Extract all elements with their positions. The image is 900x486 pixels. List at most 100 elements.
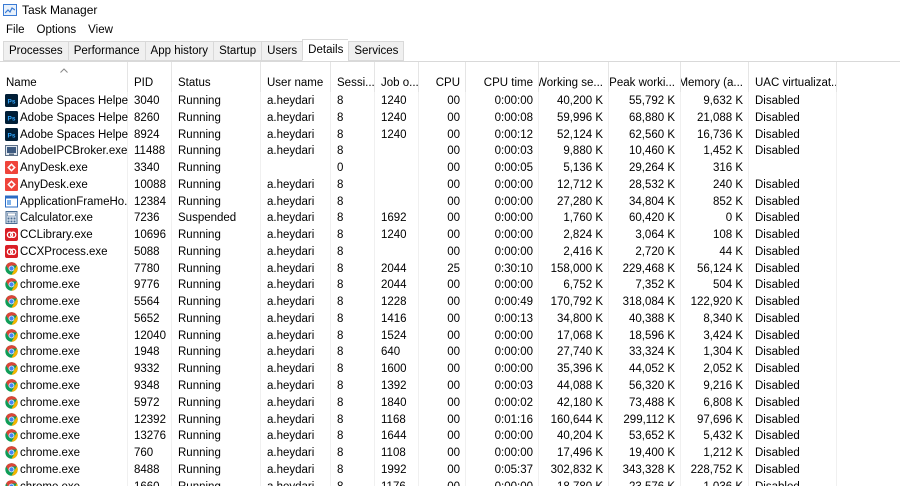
col-name-cell: chrome.exe: [20, 312, 81, 325]
col-pid-cell: 7236: [134, 212, 160, 225]
col-peak-working-set-cell: 229,468 K: [622, 262, 675, 275]
col-job-cell: 1392: [381, 380, 407, 393]
tab-app-history[interactable]: App history: [144, 41, 214, 61]
col-uac-virtualization-cell: Disabled: [755, 178, 800, 191]
col-user-name-cell: a.heydari: [267, 111, 315, 124]
table-row[interactable]: AnyDesk.exe 3340 Running 0 00 0:00:05 5,136 K2…: [0, 160, 900, 177]
col-user-name-cell: a.heydari: [267, 229, 315, 242]
col-memory-header[interactable]: Memory (a...: [681, 62, 749, 92]
table-row[interactable]: Calculator.exe 7236 Suspended a.heydari 8 169…: [0, 210, 900, 227]
col-job-cell: 1228: [381, 296, 407, 309]
table-row[interactable]: chrome.exe 5972 Running a.heydari 8 1840 00 0:0…: [0, 395, 900, 412]
table-row[interactable]: chrome.exe 12392 Running a.heydari 8 1168 00 0:…: [0, 412, 900, 429]
col-peak-working-set-cell: 56,320 K: [628, 380, 675, 393]
tab-performance[interactable]: Performance: [67, 41, 145, 61]
table-row[interactable]: CCXProcess.exe 5088 Running a.heydari 8 00 0:0…: [0, 244, 900, 261]
col-peak-working-set-cell: 2,720 K: [635, 245, 675, 258]
col-cpu-cell: 00: [447, 463, 460, 476]
tab-startup[interactable]: Startup: [213, 41, 262, 61]
col-working-set-cell: 2,416 K: [563, 245, 603, 258]
col-job-header[interactable]: Job o...: [375, 62, 419, 92]
table-row[interactable]: chrome.exe 8488 Running a.heydari 8 1992 00 0:0…: [0, 462, 900, 479]
col-memory-cell: 44 K: [719, 245, 743, 258]
table-row[interactable]: chrome.exe 9776 Running a.heydari 8 2044 00 0:0…: [0, 277, 900, 294]
col-pid-cell: 9332: [134, 363, 160, 376]
col-working-set-cell: 5,136 K: [563, 162, 603, 175]
menu-file[interactable]: File: [0, 24, 31, 36]
col-memory-cell: 108 K: [712, 229, 743, 242]
col-cpu-cell: 00: [447, 162, 460, 175]
col-peak-working-set-header[interactable]: Peak worki...: [609, 62, 681, 92]
table-row[interactable]: Ps Adobe Spaces Helpe... 8924 Running a.heyd…: [0, 127, 900, 144]
table-row[interactable]: chrome.exe 12040 Running a.heydari 8 1524 00 0:…: [0, 328, 900, 345]
col-status-header[interactable]: Status: [172, 62, 261, 92]
col-session-header[interactable]: Sessi...: [331, 62, 375, 92]
table-row[interactable]: chrome.exe 7780 Running a.heydari 8 2044 25 0:3…: [0, 261, 900, 278]
table-row[interactable]: chrome.exe 1948 Running a.heydari 8 640 00 0:00…: [0, 344, 900, 361]
table-row[interactable]: chrome.exe 1660 Running a.heydari 8 117600 0:0…: [0, 479, 900, 486]
col-pid-header[interactable]: PID: [128, 62, 172, 92]
col-status-cell: Running: [178, 396, 221, 409]
col-status-cell: Running: [178, 296, 221, 309]
col-user-name-header[interactable]: User name: [261, 62, 331, 92]
table-row[interactable]: chrome.exe 760 Running a.heydari 8 1108 00 0:00…: [0, 445, 900, 462]
col-working-set-cell: 170,792 K: [550, 296, 603, 309]
col-status-cell: Running: [178, 447, 221, 460]
col-session-cell: 8: [337, 95, 344, 107]
col-peak-working-set-cell: 29,264 K: [628, 162, 675, 175]
table-row[interactable]: chrome.exe 9348 Running a.heydari 8 1392 00 0:0…: [0, 378, 900, 395]
table-row[interactable]: chrome.exe 13276 Running a.heydari 8 1644 00 0:…: [0, 428, 900, 445]
col-uac-virtualization-header[interactable]: UAC virtualizat...: [749, 62, 837, 92]
col-session-cell: 8: [337, 195, 344, 208]
menu-view[interactable]: View: [82, 24, 119, 36]
col-memory-cell: 2,052 K: [703, 363, 743, 376]
table-row[interactable]: chrome.exe 5652 Running a.heydari 8 1416 00 0:0…: [0, 311, 900, 328]
table-row[interactable]: ApplicationFrameHo... 12384 Running a.heyda…: [0, 194, 900, 211]
col-working-set-cell: 27,280 K: [556, 195, 603, 208]
col-working-set-cell: 27,740 K: [556, 346, 603, 359]
tab-services[interactable]: Services: [348, 41, 405, 61]
col-session-cell: 8: [337, 178, 344, 191]
col-cpu-header[interactable]: CPU: [419, 62, 466, 92]
col-pid-cell: 8488: [134, 463, 160, 476]
table-row[interactable]: Ps Adobe Spaces Helpe... 3040 Running a.heyd…: [0, 93, 900, 110]
details-table: Name PID Status User name Sessi... Job o... CP…: [0, 62, 900, 486]
col-peak-working-set-cell: 10,460 K: [628, 145, 675, 158]
col-peak-working-set-cell: 40,388 K: [628, 312, 675, 325]
col-working-set-header[interactable]: Working se...: [539, 62, 609, 92]
col-pid-cell: 760: [134, 447, 154, 460]
tab-users[interactable]: Users: [261, 41, 303, 61]
table-row[interactable]: AnyDesk.exe 10088 Running a.heydari 8 00 0:00:…: [0, 177, 900, 194]
col-user-name-cell: a.heydari: [267, 312, 315, 325]
col-peak-working-set-cell: 343,328 K: [622, 463, 675, 476]
col-session-cell: 8: [337, 346, 344, 359]
col-cpu-time-cell: 0:00:00: [494, 329, 533, 342]
col-session-cell: 8: [337, 396, 344, 409]
col-user-name-cell: a.heydari: [267, 95, 315, 107]
col-cpu-time-header[interactable]: CPU time: [466, 62, 539, 92]
table-row[interactable]: Ps Adobe Spaces Helpe... 8260 Running a.heyd…: [0, 110, 900, 127]
col-name-header[interactable]: Name: [0, 62, 128, 92]
col-cpu-time-cell: 0:00:49: [494, 296, 533, 309]
tab-processes[interactable]: Processes: [3, 41, 68, 61]
table-row[interactable]: CCLibrary.exe 10696 Running a.heydari 8 1240 0…: [0, 227, 900, 244]
col-job-cell: 1840: [381, 396, 407, 409]
table-row[interactable]: AdobeIPCBroker.exe 11488 Running a.heydari 8…: [0, 143, 900, 160]
tab-details[interactable]: Details: [302, 39, 349, 61]
col-peak-working-set-cell: 62,560 K: [628, 128, 675, 141]
col-working-set-cell: 40,204 K: [556, 430, 603, 443]
col-job-cell: 1240: [381, 229, 407, 242]
col-cpu-time-cell: 0:00:00: [494, 178, 533, 191]
chrome-icon: [5, 345, 18, 359]
menu-options[interactable]: Options: [31, 24, 83, 36]
col-session-cell: 8: [337, 463, 344, 476]
col-uac-virtualization-cell: Disabled: [755, 447, 800, 460]
col-name-cell: chrome.exe: [20, 296, 81, 309]
col-status-cell: Running: [178, 463, 221, 476]
col-status-cell: Running: [178, 329, 221, 342]
table-row[interactable]: chrome.exe 9332 Running a.heydari 8 1600 00 0:0…: [0, 361, 900, 378]
col-working-set-cell: 35,396 K: [556, 363, 603, 376]
col-cpu-time-cell: 0:00:00: [494, 195, 533, 208]
col-user-name-cell: a.heydari: [267, 463, 315, 476]
table-row[interactable]: chrome.exe 5564 Running a.heydari 8 1228 00 0:0…: [0, 294, 900, 311]
